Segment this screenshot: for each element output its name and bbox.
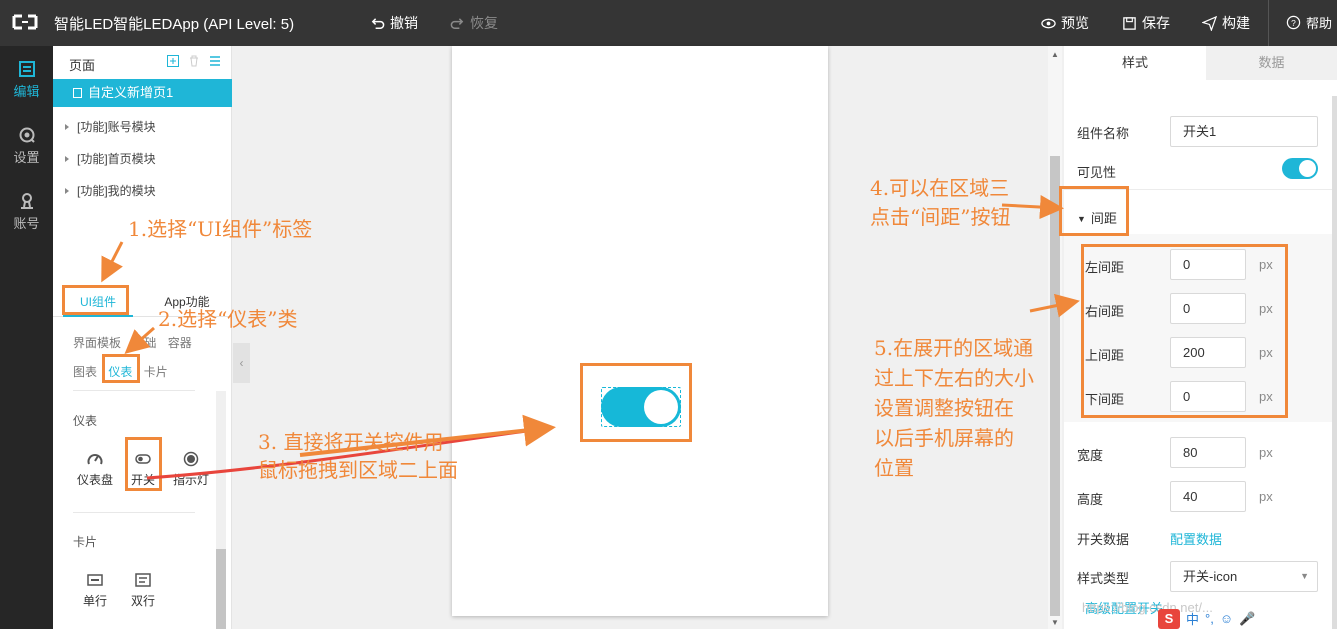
arrow-to-spacing-fields — [1029, 293, 1080, 318]
ime-punct[interactable]: °, — [1205, 611, 1214, 626]
ime-mic-icon[interactable]: 🎤 — [1239, 611, 1255, 627]
ime-logo-icon[interactable]: S — [1158, 608, 1180, 629]
annotation-step-5-line4: 以后手机屏幕的 — [874, 426, 1014, 450]
annotation-step-5-line2: 过上下左右的大小 — [874, 366, 1034, 390]
annotation-step-4-line1: 4.可以在区域三 — [870, 176, 1010, 200]
annotation-step-5-line3: 设置调整按钮在 — [874, 396, 1014, 420]
annotation-step-5-line5: 位置 — [874, 456, 914, 480]
annotation-step-3-line1: 3. 直接将开关控件用 — [258, 430, 444, 454]
annotation-step-4-line2: 点击“间距”按钮 — [870, 205, 1011, 229]
annotation-step-5-line1: 5.在展开的区域通 — [874, 336, 1034, 360]
arrow-to-ui-tab — [101, 241, 124, 283]
arrow-to-meter — [124, 326, 155, 354]
ime-lang[interactable]: 中 — [1186, 609, 1199, 628]
ime-tray: S 中 °, ☺ 🎤 — [1158, 608, 1255, 629]
annotation-step-2: 2.选择“仪表”类 — [158, 307, 298, 331]
ime-emoji-icon[interactable]: ☺ — [1220, 611, 1233, 626]
annotation-step-3-line2: 鼠标拖拽到区域二上面 — [258, 458, 458, 482]
annotation-step-1: 1.选择“UI组件”标签 — [128, 217, 313, 241]
